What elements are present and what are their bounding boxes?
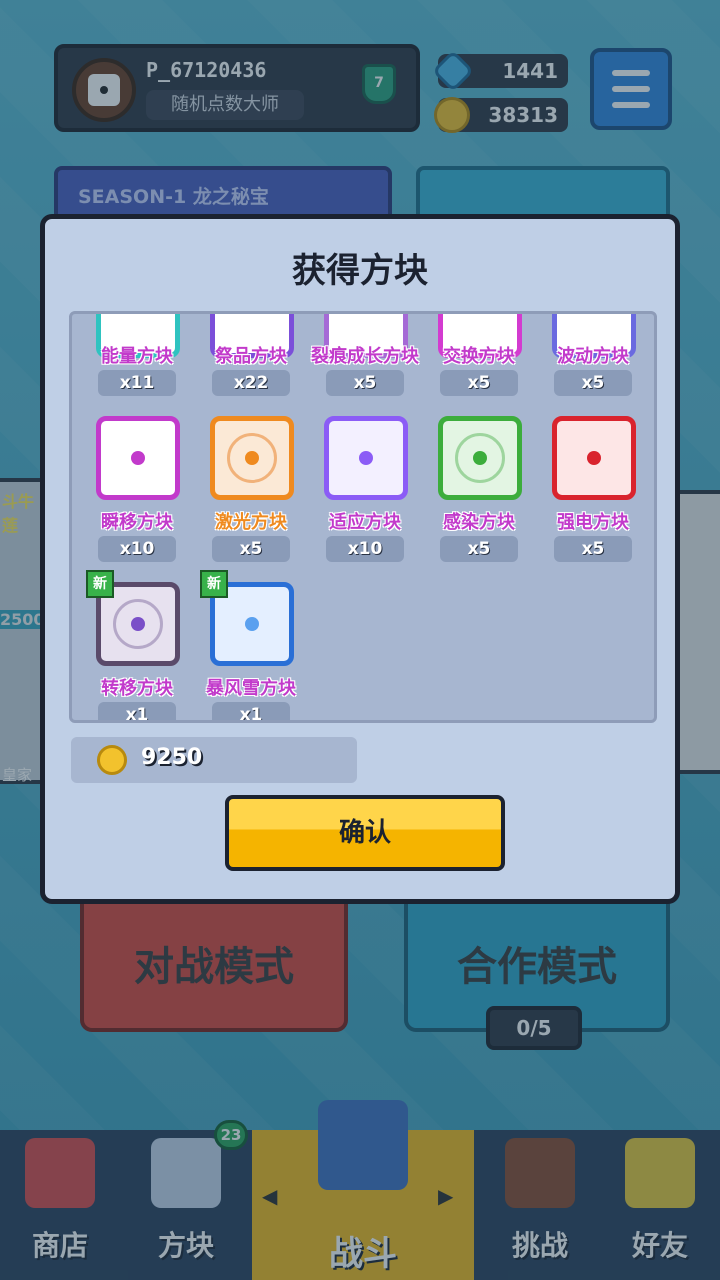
reward-coins: 9250	[71, 737, 357, 783]
adapt-block-icon	[324, 416, 408, 500]
new-tag: 新	[200, 570, 228, 598]
pip-dot	[473, 451, 487, 465]
reward-name: 裂痕成长方块	[311, 346, 419, 367]
dialog-title: 获得方块	[292, 251, 428, 291]
reward-name: 强电方块	[557, 512, 629, 533]
laser-block-icon	[210, 416, 294, 500]
reward-count: x10	[98, 536, 176, 562]
reward-count: x1	[98, 702, 176, 720]
reward-count: x1	[212, 702, 290, 720]
reward-coins-value: 9250	[141, 745, 203, 770]
thunder-block-icon	[552, 416, 636, 500]
reward-name: 转移方块	[101, 678, 173, 699]
reward-name: 交换方块	[443, 346, 515, 367]
reward-count: x5	[212, 536, 290, 562]
reward-count: x5	[326, 370, 404, 396]
reward-count: x10	[326, 536, 404, 562]
reward-name: 激光方块	[215, 512, 287, 533]
teleport-block-icon	[96, 416, 180, 500]
confirm-button[interactable]: 确认	[225, 795, 505, 871]
reward-name: 适应方块	[329, 512, 401, 533]
new-tag: 新	[86, 570, 114, 598]
snowflake-icon	[245, 617, 259, 631]
reward-count: x5	[554, 536, 632, 562]
reward-count: x5	[554, 370, 632, 396]
infection-block-icon	[438, 416, 522, 500]
pip-dot	[131, 451, 145, 465]
reward-dialog: 获得方块 能量方块 x11 祭品方块 x22 裂痕成长方块 x5 交换方块 x5…	[40, 214, 680, 904]
reward-grid[interactable]: 能量方块 x11 祭品方块 x22 裂痕成长方块 x5 交换方块 x5 波动方块…	[69, 311, 657, 723]
reward-count: x22	[212, 370, 290, 396]
reward-name: 感染方块	[443, 512, 515, 533]
pip-dot	[587, 451, 601, 465]
reward-count: x11	[98, 370, 176, 396]
gold-coin-icon	[97, 745, 127, 775]
reward-name: 波动方块	[557, 346, 629, 367]
reward-count: x5	[440, 536, 518, 562]
pip-dot	[131, 617, 145, 631]
reward-count: x5	[440, 370, 518, 396]
reward-name: 能量方块	[101, 346, 173, 367]
pip-dot	[245, 451, 259, 465]
pip-dot	[359, 451, 373, 465]
reward-name: 暴风雪方块	[206, 678, 296, 699]
reward-name: 祭品方块	[215, 346, 287, 367]
reward-name: 瞬移方块	[101, 512, 173, 533]
